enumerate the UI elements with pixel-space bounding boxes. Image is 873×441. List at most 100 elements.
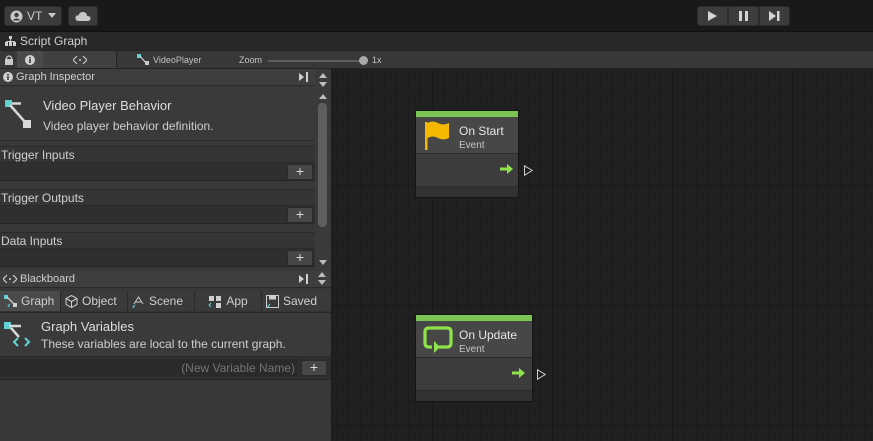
account-icon: [10, 10, 23, 23]
graph-toolbar: VideoPlayer Zoom 1x: [0, 50, 873, 69]
info-icon: [3, 72, 13, 82]
flow-arrow-icon[interactable]: [500, 164, 513, 174]
on-start-node[interactable]: On Start Event: [416, 111, 533, 197]
graph-icon: [4, 295, 17, 307]
output-port-icon[interactable]: [524, 165, 533, 176]
node-header[interactable]: On Update Event: [416, 321, 532, 358]
section-label: Trigger Inputs: [1, 147, 75, 162]
tab-label: Scene: [149, 294, 184, 308]
lock-button[interactable]: [0, 51, 18, 68]
section-trigger-outputs-list: +: [0, 206, 315, 224]
breadcrumb-graph-name: VideoPlayer: [153, 54, 202, 65]
scene-icon: [132, 295, 145, 308]
zoom-slider-track[interactable]: [268, 60, 363, 62]
chevron-down-icon: [48, 13, 57, 19]
saved-icon: [266, 294, 279, 308]
main-toolbar: VT: [0, 0, 873, 32]
playmode-controls: [697, 6, 791, 26]
scroll-down-icon[interactable]: [319, 82, 327, 87]
inspector-toggle[interactable]: [17, 51, 44, 68]
breadcrumb[interactable]: VideoPlayer: [116, 51, 221, 68]
scroll-up-icon[interactable]: [319, 73, 327, 78]
cube-icon: [65, 294, 78, 308]
node-title: On Update: [459, 328, 518, 342]
zoom-slider-thumb[interactable]: [358, 56, 368, 65]
output-port-icon[interactable]: [537, 369, 546, 380]
zoom-value: 1x: [372, 55, 382, 65]
add-data-input-button[interactable]: +: [287, 250, 313, 266]
code-brackets-icon: [3, 275, 17, 283]
scroll-thumb[interactable]: [318, 103, 327, 227]
graph-info: Video Player Behavior Video player behav…: [0, 87, 315, 141]
lock-icon: [4, 54, 13, 65]
scroll-down-icon[interactable]: [318, 280, 326, 285]
scroll-up-icon[interactable]: [318, 272, 326, 277]
graph-icon: [5, 100, 31, 128]
step-button[interactable]: [759, 6, 790, 26]
zoom-label: Zoom: [239, 55, 263, 65]
cloud-icon: [75, 11, 91, 22]
graph-canvas[interactable]: On Start Event On Update Event: [332, 69, 873, 441]
graph-variables-icon: [4, 320, 32, 348]
tab-object[interactable]: Object: [61, 291, 128, 311]
node-footer: [416, 186, 518, 197]
node-subtitle: Event: [459, 140, 485, 151]
flow-arrow-icon[interactable]: [512, 368, 525, 378]
add-trigger-input-button[interactable]: +: [287, 164, 313, 180]
dock-panel-icon[interactable]: [299, 72, 309, 82]
new-variable-input[interactable]: [0, 359, 297, 376]
play-button[interactable]: [697, 6, 728, 26]
overview-button[interactable]: [43, 51, 117, 68]
step-icon: [769, 11, 780, 21]
node-header[interactable]: On Start Event: [416, 117, 518, 154]
tab-label: Graph: [21, 294, 55, 308]
graph-variables-description: These variables are local to the current…: [41, 337, 286, 351]
tab-label: App: [226, 294, 248, 308]
window-title: Script Graph: [20, 34, 88, 48]
hierarchy-icon: [5, 35, 16, 47]
pause-button[interactable]: [728, 6, 759, 26]
section-trigger-inputs-list: +: [0, 163, 315, 181]
node-footer: [416, 390, 532, 401]
blackboard-tabs: Graph Object Scene App Saved: [0, 291, 331, 313]
app-icon: [208, 295, 222, 308]
scroll-down-icon[interactable]: [319, 260, 327, 265]
account-dropdown[interactable]: VT: [4, 6, 62, 26]
update-loop-icon: [423, 325, 453, 355]
dock-panel-icon[interactable]: [299, 274, 309, 284]
add-trigger-output-button[interactable]: +: [287, 207, 313, 223]
tab-saved[interactable]: Saved: [262, 291, 331, 311]
tab-label: Object: [82, 294, 117, 308]
tab-scene[interactable]: Scene: [128, 291, 195, 311]
graph-title: Video Player Behavior: [43, 98, 172, 113]
on-update-node[interactable]: On Update Event: [416, 315, 546, 401]
scroll-up-icon[interactable]: [319, 94, 327, 99]
graph-inspector-header[interactable]: Graph Inspector: [0, 69, 331, 86]
cloud-button[interactable]: [68, 6, 98, 26]
flag-icon: [424, 121, 452, 150]
tab-graph[interactable]: Graph: [0, 291, 61, 311]
section-trigger-outputs: Trigger Outputs: [0, 189, 315, 206]
section-trigger-inputs: Trigger Inputs: [0, 146, 315, 163]
pause-icon: [739, 11, 748, 21]
section-label: Data Inputs: [1, 233, 63, 248]
node-body: [416, 154, 518, 186]
graph-icon: [137, 54, 149, 65]
account-label: VT: [27, 9, 43, 23]
inspector-scrollbar[interactable]: [315, 69, 331, 270]
graph-variables-title: Graph Variables: [41, 319, 134, 334]
add-variable-button[interactable]: +: [301, 360, 327, 376]
code-brackets-icon: [72, 55, 87, 64]
tab-app[interactable]: App: [195, 291, 262, 311]
window-tab[interactable]: Script Graph: [0, 32, 873, 50]
section-data-inputs-list: +: [0, 249, 315, 267]
tab-label: Saved: [283, 294, 318, 308]
node-body: [416, 358, 532, 390]
graph-variables-info: Graph Variables These variables are loca…: [0, 313, 331, 357]
blackboard-title: Blackboard: [20, 273, 76, 285]
node-subtitle: Event: [459, 344, 485, 355]
section-label: Trigger Outputs: [1, 190, 84, 205]
blackboard-header[interactable]: Blackboard: [0, 271, 331, 288]
new-variable-row: +: [0, 357, 331, 380]
node-title: On Start: [459, 124, 504, 138]
